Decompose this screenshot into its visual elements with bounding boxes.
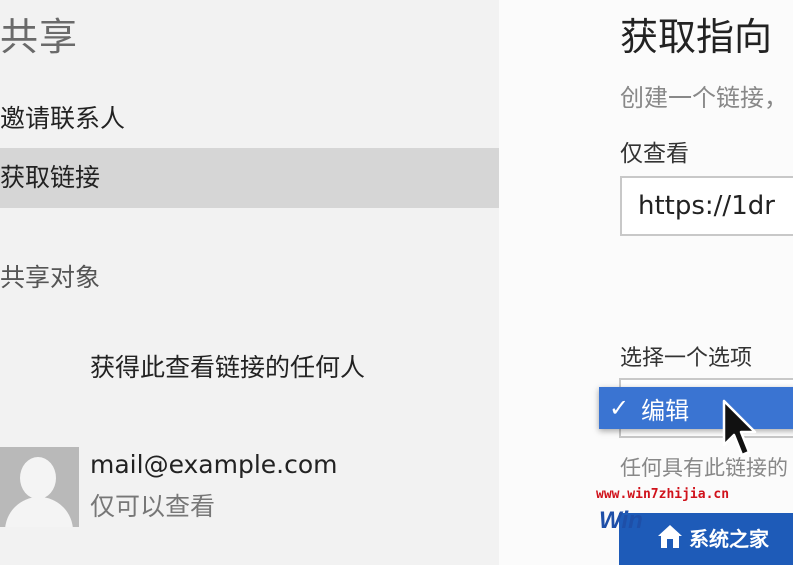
view-only-label: 仅查看 xyxy=(620,141,689,167)
sidebar-item-label: 获取链接 xyxy=(0,163,101,192)
sidebar-item-invite-contacts[interactable]: 邀请联系人 xyxy=(0,89,499,149)
contact-email: mail@example.com xyxy=(90,450,338,479)
avatar-head-icon xyxy=(20,457,56,499)
checkmark-icon: ✓ xyxy=(609,394,630,422)
page-description: 创建一个链接， xyxy=(620,84,788,112)
house-icon xyxy=(658,525,682,548)
watermark-logo-letters: Win xyxy=(599,507,643,534)
sidebar-item-label: 邀请联系人 xyxy=(0,104,126,133)
mouse-cursor-icon xyxy=(722,399,757,457)
avatar-body-icon xyxy=(5,497,73,527)
section-title-share-with: 共享对象 xyxy=(0,263,101,292)
watermark-site-name: 系统之家 xyxy=(689,527,769,551)
avatar xyxy=(0,447,79,527)
watermark-url: www.win7zhijia.cn xyxy=(596,487,730,502)
contact-permission: 仅可以查看 xyxy=(90,492,216,521)
share-link-field[interactable] xyxy=(620,176,793,236)
select-option-label: 选择一个选项 xyxy=(620,346,753,371)
sidebar-title: 共享 xyxy=(0,15,79,59)
anyone-with-link-label: 获得此查看链接的任何人 xyxy=(90,353,366,382)
page-title: 获取指向 xyxy=(620,15,773,59)
dropdown-option-label: 编辑 xyxy=(641,396,690,425)
anyone-with-link-note: 任何具有此链接的 xyxy=(620,456,788,480)
dropdown-option-edit[interactable]: ✓ 编辑 xyxy=(599,387,793,429)
watermark-logo: Win 系统之家 xyxy=(599,507,793,565)
sidebar-item-get-link[interactable]: 获取链接 xyxy=(0,148,499,208)
